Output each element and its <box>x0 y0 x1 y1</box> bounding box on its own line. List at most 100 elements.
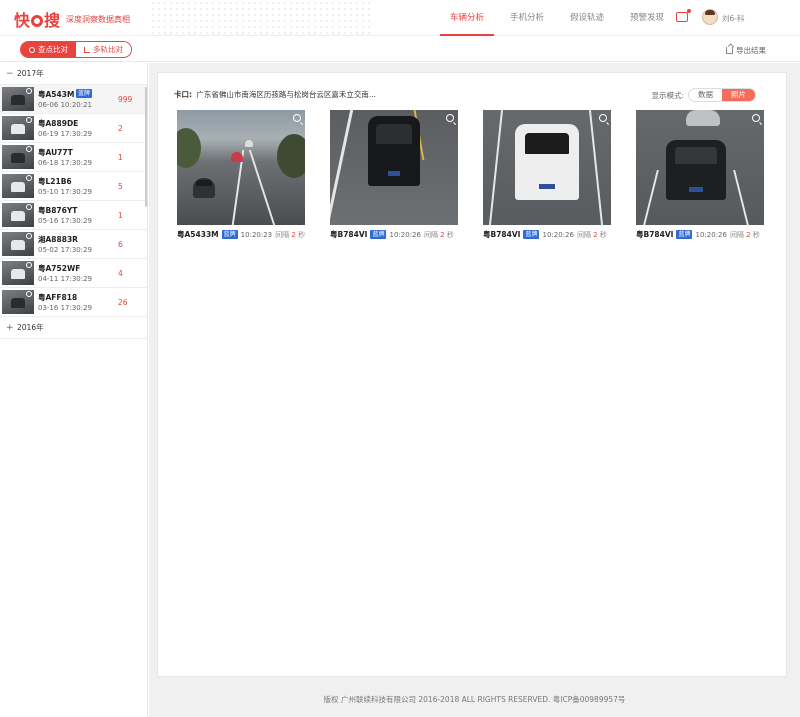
nav-vehicle-analysis[interactable]: 车辆分析 <box>440 0 495 36</box>
message-icon[interactable] <box>676 9 691 22</box>
vehicle-thumbnail <box>2 261 34 285</box>
record-sidebar: − 2017年 粤A543M 蓝牌 06-06 10:20:21 999 粤A8… <box>0 63 148 717</box>
multi-track-compare-label: 多轨比对 <box>93 45 123 54</box>
record-time: 06-18 17:30:29 <box>38 159 93 167</box>
record-count: 2 <box>118 124 123 133</box>
plate-number: 湘A8883R <box>38 235 78 244</box>
list-item[interactable]: 湘A8883R 05-02 17:30:29 6 <box>0 230 147 259</box>
zoom-icon[interactable] <box>26 88 32 94</box>
capture-time: 10:20:26 <box>389 230 421 239</box>
vehicle-photo[interactable] <box>636 110 764 225</box>
plate-number: 粤B784VI <box>636 230 674 239</box>
top-header: 快搜 深度洞察数据真相 车辆分析 手机分析 假设轨迹 预警发现 刘6-科 <box>0 0 800 36</box>
mode-photo-button[interactable]: 照片 <box>722 89 755 101</box>
export-label: 导出结果 <box>736 46 766 55</box>
interval: 间隔 2 秒 <box>729 230 760 239</box>
nav-alert-discovery[interactable]: 预警发现 <box>620 0 674 36</box>
zoom-icon[interactable] <box>26 175 32 181</box>
list-item[interactable]: 粤AFF818 03-16 17:30:29 26 <box>0 288 147 317</box>
plate-number: 粤B876YT <box>38 206 78 215</box>
record-count: 6 <box>118 240 123 249</box>
plate-number: 粤A889DE <box>38 119 79 128</box>
list-item[interactable]: 粤A543M 蓝牌 06-06 10:20:21 999 <box>0 85 147 114</box>
zoom-icon[interactable] <box>26 204 32 210</box>
plate-color-badge: 蓝牌 <box>76 89 93 98</box>
list-item[interactable]: 粤L21B6 05-10 17:30:29 5 <box>0 172 147 201</box>
vehicle-photo[interactable] <box>330 110 458 225</box>
plate-number: 粤B784VI <box>483 230 521 239</box>
interval: 间隔 2 秒 <box>576 230 607 239</box>
photo-caption: 粤A5433M 蓝牌 10:20:23 间隔 2 秒 <box>177 229 330 240</box>
photo-cards: 粤A5433M 蓝牌 10:20:23 间隔 2 秒 粤B784VI 蓝牌 10… <box>177 110 789 240</box>
logo-mark: 快搜 <box>14 11 61 30</box>
record-time: 05-10 17:30:29 <box>38 188 93 196</box>
list-item[interactable]: 粤AU77T 06-18 17:30:29 1 <box>0 143 147 172</box>
list-item[interactable]: 粤B876YT 05-16 17:30:29 1 <box>0 201 147 230</box>
zoom-icon[interactable] <box>293 114 301 122</box>
zoom-icon[interactable] <box>26 146 32 152</box>
plate-color-badge: 蓝牌 <box>221 230 238 239</box>
plate-number: 粤A543M <box>38 90 75 99</box>
photo-card: 粤B784VI 蓝牌 10:20:26 间隔 2 秒 <box>483 110 636 240</box>
record-count: 5 <box>118 182 123 191</box>
plate-number: 粤L21B6 <box>38 177 72 186</box>
vehicle-photo[interactable] <box>177 110 305 225</box>
mode-data-button[interactable]: 数据 <box>689 89 722 101</box>
export-button[interactable]: 导出结果 <box>726 45 766 56</box>
multi-track-compare-button[interactable]: 多轨比对 <box>76 42 131 57</box>
nav-hypothesis-track[interactable]: 假设轨迹 <box>560 0 614 36</box>
zoom-icon[interactable] <box>26 117 32 123</box>
display-mode-label: 显示模式: <box>651 90 684 100</box>
capture-time: 10:20:26 <box>542 230 574 239</box>
zoom-icon[interactable] <box>752 114 760 122</box>
export-icon <box>726 47 733 54</box>
zoom-icon[interactable] <box>26 262 32 268</box>
photo-card: 粤B784VI 蓝牌 10:20:26 间隔 2 秒 <box>330 110 483 240</box>
target-icon <box>29 46 35 53</box>
plate-number: 粤AU77T <box>38 148 73 157</box>
checkpoint-info: 卡口: 广东省佛山市南海区历孩路与松岗台云区嘉禾立交南... <box>174 89 376 100</box>
year-label: 2017年 <box>17 68 44 78</box>
vehicle-thumbnail <box>2 87 34 111</box>
point-compare-button[interactable]: 查点比对 <box>21 42 76 57</box>
plate-color-badge: 蓝牌 <box>370 230 387 239</box>
vehicle-thumbnail <box>2 145 34 169</box>
chart-icon <box>84 46 90 53</box>
capture-time: 10:20:26 <box>695 230 727 239</box>
logo-subtitle: 深度洞察数据真相 <box>66 14 131 24</box>
sub-toolbar: 查点比对 多轨比对 导出结果 <box>0 37 800 62</box>
list-item[interactable]: 粤A889DE 06-19 17:30:29 2 <box>0 114 147 143</box>
zoom-icon[interactable] <box>26 291 32 297</box>
record-time: 06-19 17:30:29 <box>38 130 93 138</box>
plate-number: 粤A5433M <box>177 230 219 239</box>
year-group-2016[interactable]: + 2016年 <box>0 317 147 339</box>
plate-color-badge: 蓝牌 <box>523 230 540 239</box>
vehicle-photo[interactable] <box>483 110 611 225</box>
capture-time: 10:20:23 <box>240 230 273 239</box>
photo-caption: 粤B784VI 蓝牌 10:20:26 间隔 2 秒 <box>330 229 483 240</box>
list-item[interactable]: 粤A752WF 04-11 17:30:29 4 <box>0 259 147 288</box>
photo-panel: 卡口: 广东省佛山市南海区历孩路与松岗台云区嘉禾立交南... 显示模式: 数据 … <box>157 72 787 677</box>
zoom-icon[interactable] <box>26 233 32 239</box>
logo[interactable]: 快搜 深度洞察数据真相 <box>14 7 130 31</box>
year-label: 2016年 <box>17 322 44 332</box>
sidebar-scrollbar[interactable] <box>145 87 147 207</box>
nav-phone-analysis[interactable]: 手机分析 <box>500 0 554 36</box>
record-time: 04-11 17:30:29 <box>38 275 93 283</box>
user-name[interactable]: 刘6-科 <box>722 13 744 24</box>
vehicle-thumbnail <box>2 290 34 314</box>
record-count: 26 <box>118 298 128 307</box>
plate-number: 粤B784VI <box>330 230 368 239</box>
collapse-icon: − <box>6 68 14 79</box>
zoom-icon[interactable] <box>446 114 454 122</box>
compare-mode-switch: 查点比对 多轨比对 <box>20 41 132 58</box>
record-time: 06-06 10:20:21 <box>38 101 93 109</box>
zoom-icon[interactable] <box>599 114 607 122</box>
display-mode-toggle: 数据 照片 <box>688 88 756 102</box>
plate-number: 粤A752WF <box>38 264 81 273</box>
record-count: 1 <box>118 211 123 220</box>
avatar[interactable] <box>702 9 718 25</box>
interval: 间隔 2 秒 <box>423 230 454 239</box>
plate-number: 粤AFF818 <box>38 293 78 302</box>
year-group-2017[interactable]: − 2017年 <box>0 63 147 85</box>
